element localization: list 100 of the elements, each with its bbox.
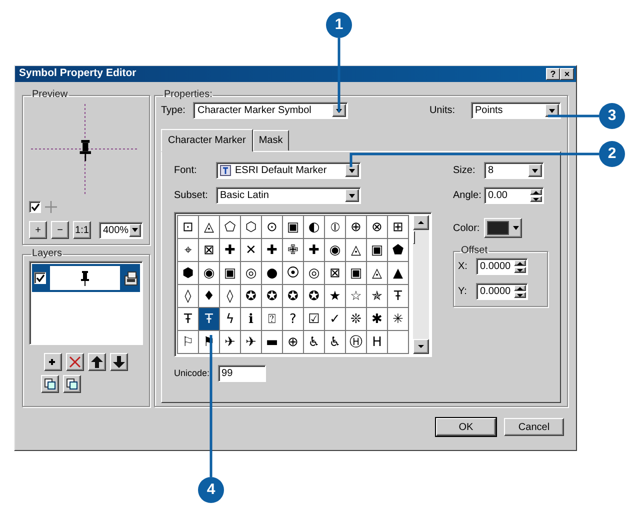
symbol-cell[interactable]: ▣ (367, 239, 388, 262)
symbol-cell[interactable]: ▬ (262, 331, 283, 354)
symbol-cell[interactable]: ◉ (325, 239, 346, 262)
symbol-cell[interactable]: ✈ (241, 331, 262, 354)
add-layer-button[interactable] (44, 353, 62, 371)
symbol-cell[interactable]: ◎ (241, 262, 262, 285)
symbol-cell[interactable]: ⦶ (325, 216, 346, 239)
dropdown-arrow-button[interactable] (528, 164, 542, 177)
spin-up-button[interactable] (514, 285, 526, 291)
spin-down-button[interactable] (514, 292, 526, 298)
symbol-cell[interactable]: ☆ (346, 285, 367, 308)
dropdown-arrow-button[interactable] (345, 189, 359, 202)
y-offset-field[interactable]: 0.0000 (476, 283, 528, 300)
symbol-cell[interactable]: ϟ (220, 308, 241, 331)
symbol-cell[interactable]: ⌖ (178, 239, 199, 262)
symbol-cell[interactable]: ⬠ (220, 216, 241, 239)
symbol-cell[interactable]: ◬ (346, 239, 367, 262)
symbol-cell[interactable]: ⬟ (388, 239, 409, 262)
spin-up-button[interactable] (514, 260, 526, 266)
symbol-cell[interactable]: ⊕ (346, 216, 367, 239)
symbol-cell[interactable]: ◬ (367, 262, 388, 285)
symbol-cell[interactable]: Ŧ (388, 285, 409, 308)
symbol-cell[interactable]: ✪ (283, 285, 304, 308)
symbol-cell[interactable]: ◬ (199, 216, 220, 239)
spin-down-button[interactable] (514, 267, 526, 273)
dropdown-arrow-button[interactable] (345, 164, 359, 177)
symbol-cell[interactable]: ◊ (178, 285, 199, 308)
symbol-cell[interactable]: ✯ (367, 285, 388, 308)
symbol-cell[interactable]: ⬢ (178, 262, 199, 285)
symbol-cell[interactable]: ◉ (199, 262, 220, 285)
move-up-button[interactable] (88, 353, 106, 371)
symbol-cell[interactable]: ⊠ (199, 239, 220, 262)
symbol-cell[interactable]: ✓ (325, 308, 346, 331)
units-dropdown[interactable]: Points (471, 102, 561, 119)
symbol-cell[interactable]: ● (262, 262, 283, 285)
symbol-cell[interactable]: ⊗ (367, 216, 388, 239)
symbol-cell[interactable]: ◐ (304, 216, 325, 239)
symbol-cell[interactable]: ⍰ (262, 308, 283, 331)
scroll-down-button[interactable] (413, 339, 429, 354)
symbol-cell[interactable]: ⦿ (283, 262, 304, 285)
close-button[interactable]: × (560, 68, 574, 80)
symbol-cell[interactable]: ★ (325, 285, 346, 308)
ok-button[interactable]: OK (436, 418, 496, 436)
symbol-cell[interactable]: ♿ (325, 331, 346, 354)
scrollbar[interactable] (413, 215, 429, 354)
symbol-cell[interactable]: ⬡ (241, 216, 262, 239)
symbol-cell[interactable]: ✕ (241, 239, 262, 262)
symbol-cell[interactable]: ⚐ (178, 331, 199, 354)
cancel-button[interactable]: Cancel (504, 418, 564, 436)
type-dropdown[interactable]: Character Marker Symbol (193, 102, 348, 119)
symbol-cell[interactable]: ✚ (220, 239, 241, 262)
symbol-cell[interactable]: Ŧ (199, 308, 220, 331)
actual-size-button[interactable]: 1:1 (73, 221, 91, 239)
symbol-cell[interactable]: ☑ (304, 308, 325, 331)
spin-down-button[interactable] (530, 196, 542, 202)
paste-layer-button[interactable] (63, 375, 81, 393)
spin-up-button[interactable] (530, 189, 542, 195)
symbol-cell[interactable]: ✳ (388, 308, 409, 331)
symbol-cell[interactable]: ✈ (220, 331, 241, 354)
symbol-cell[interactable]: ⊡ (178, 216, 199, 239)
symbol-cell[interactable]: ✚ (304, 239, 325, 262)
delete-layer-button[interactable] (66, 353, 84, 371)
subset-dropdown[interactable]: Basic Latin (216, 187, 361, 204)
tab[interactable]: Character Marker (161, 129, 253, 152)
layer-list[interactable] (29, 261, 143, 345)
symbol-cell[interactable]: ? (283, 308, 304, 331)
symbol-cell[interactable]: ▣ (346, 262, 367, 285)
move-down-button[interactable] (110, 353, 128, 371)
symbol-cell[interactable]: ♿ (304, 331, 325, 354)
symbol-cell[interactable]: ⊞ (388, 216, 409, 239)
help-button[interactable]: ? (546, 68, 560, 80)
symbol-cell[interactable]: ✙ (283, 239, 304, 262)
symbol-cell[interactable]: ⊕ (283, 331, 304, 354)
symbol-cell[interactable]: ⊙ (262, 216, 283, 239)
symbol-cell[interactable] (388, 331, 409, 354)
symbol-cell[interactable]: ❊ (346, 308, 367, 331)
symbol-cell[interactable]: ✪ (262, 285, 283, 308)
size-dropdown[interactable]: 8 (484, 162, 544, 179)
symbol-cell[interactable]: ◊ (220, 285, 241, 308)
symbol-cell[interactable]: Ŧ (178, 308, 199, 331)
symbol-cell[interactable]: ✪ (304, 285, 325, 308)
unicode-field[interactable]: 99 (218, 365, 266, 382)
symbol-cell[interactable]: ◎ (304, 262, 325, 285)
copy-layer-button[interactable] (41, 375, 59, 393)
checkbox[interactable] (29, 201, 41, 213)
symbol-cell[interactable]: ✱ (367, 308, 388, 331)
symbol-cell[interactable]: ▣ (283, 216, 304, 239)
angle-field[interactable]: 0.00 (484, 187, 544, 204)
symbol-cell[interactable]: H (367, 331, 388, 354)
layer-row[interactable] (32, 264, 140, 292)
zoom-out-button[interactable]: − (51, 221, 69, 239)
symbol-cell[interactable]: Ⓗ (346, 331, 367, 354)
symbol-cell[interactable]: ▲ (388, 262, 409, 285)
color-picker-button[interactable] (484, 218, 522, 238)
scroll-thumb[interactable] (413, 231, 415, 244)
x-offset-field[interactable]: 0.0000 (476, 258, 528, 275)
symbol-cell[interactable]: ♦ (199, 285, 220, 308)
symbol-cell[interactable]: ✪ (241, 285, 262, 308)
symbol-cell[interactable]: ✚ (262, 239, 283, 262)
dropdown-arrow-button[interactable] (128, 224, 141, 236)
